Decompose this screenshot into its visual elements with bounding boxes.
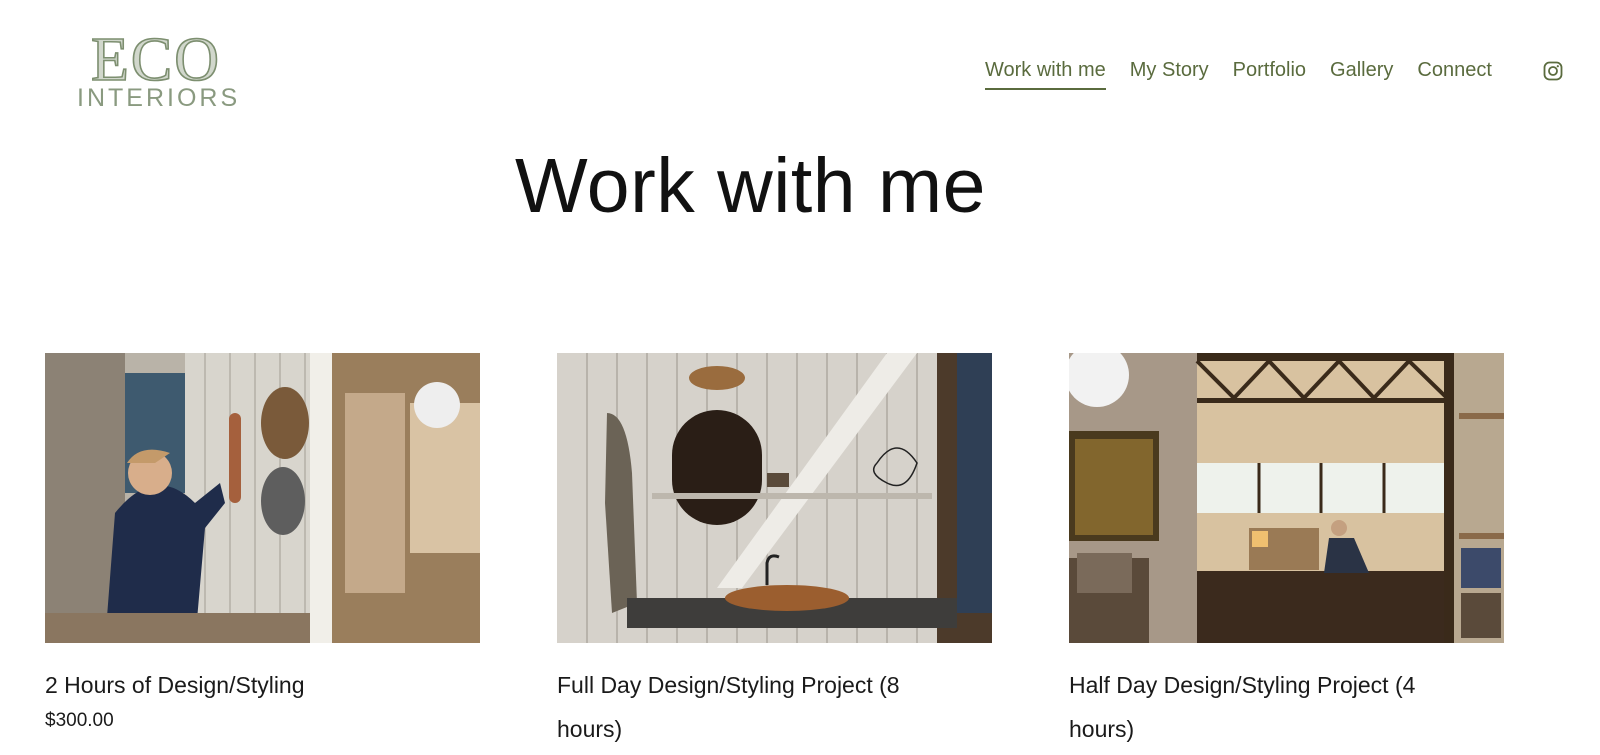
nav-portfolio[interactable]: Portfolio bbox=[1233, 58, 1306, 90]
product-title[interactable]: Full Day Design/Styling Project (8 hours… bbox=[557, 663, 957, 751]
nav-my-story[interactable]: My Story bbox=[1130, 58, 1209, 90]
nav-gallery[interactable]: Gallery bbox=[1330, 58, 1393, 90]
logo-main-fill: ECO bbox=[91, 30, 221, 86]
instagram-icon[interactable] bbox=[1543, 61, 1563, 81]
main-navigation: Work with me My Story Portfolio Gallery … bbox=[985, 58, 1516, 90]
product-card[interactable]: Full Day Design/Styling Project (8 hours… bbox=[557, 353, 992, 754]
page-title: Work with me bbox=[515, 143, 986, 229]
product-title[interactable]: 2 Hours of Design/Styling bbox=[45, 663, 445, 707]
product-title[interactable]: Half Day Design/Styling Project (4 hours… bbox=[1069, 663, 1469, 751]
product-card[interactable]: Half Day Design/Styling Project (4 hours… bbox=[1069, 353, 1504, 754]
site-logo[interactable]: ECO ECO INTERIORS bbox=[76, 30, 241, 113]
product-price: $300.00 bbox=[45, 710, 114, 731]
nav-connect[interactable]: Connect bbox=[1417, 58, 1492, 90]
nav-work-with-me[interactable]: Work with me bbox=[985, 58, 1106, 90]
product-image-bathroom-vanity[interactable] bbox=[557, 353, 992, 643]
eco-logo-mark: ECO ECO bbox=[90, 30, 221, 86]
product-card[interactable]: 2 Hours of Design/Styling $300.00 bbox=[45, 353, 480, 732]
product-image-woman-hanging-hats[interactable] bbox=[45, 353, 480, 643]
product-image-open-plan-living-room[interactable] bbox=[1069, 353, 1504, 643]
logo-sub-text: INTERIORS bbox=[77, 84, 241, 112]
